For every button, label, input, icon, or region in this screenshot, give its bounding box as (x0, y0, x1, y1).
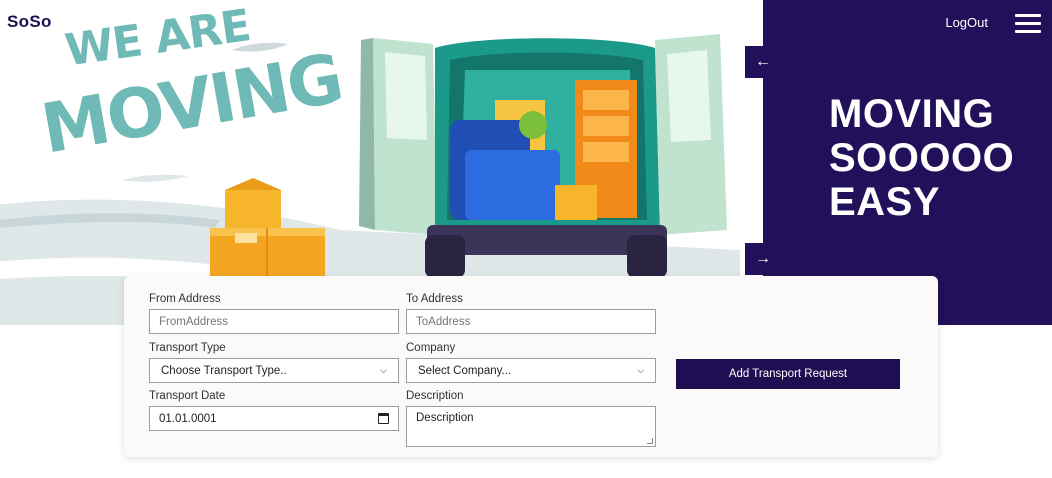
headline-line-3: EASY (829, 180, 940, 224)
company-label: Company (406, 342, 456, 354)
resize-handle-icon[interactable] (647, 438, 653, 444)
transport-type-selected: Choose Transport Type.. (161, 364, 287, 377)
chevron-down-icon: ⌵ (637, 365, 644, 375)
carousel-prev-button[interactable]: ← (745, 46, 781, 78)
carousel-next-button[interactable]: → (745, 243, 781, 275)
from-address-input[interactable] (149, 309, 399, 334)
transport-date-label: Transport Date (149, 390, 226, 402)
headline-line-2: SOOOOO (829, 136, 1015, 180)
headline-line-1: MOVING (829, 92, 995, 136)
hamburger-menu-icon[interactable] (1015, 14, 1041, 34)
description-textarea[interactable]: Description (406, 406, 656, 447)
to-address-input[interactable] (406, 309, 656, 334)
from-address-label: From Address (149, 293, 221, 305)
transport-type-label: Transport Type (149, 342, 226, 354)
transport-request-form: From Address To Address Transport Type C… (124, 276, 938, 457)
calendar-icon[interactable] (378, 413, 389, 424)
wind-streak (122, 174, 188, 182)
brand-logo[interactable]: SoSo (7, 12, 52, 32)
transport-date-value: 01.01.0001 (159, 412, 217, 425)
add-transport-request-button[interactable]: Add Transport Request (676, 359, 900, 389)
transport-date-input[interactable]: 01.01.0001 (149, 406, 399, 431)
arrow-left-icon: ← (755, 53, 771, 70)
van-illustration (359, 34, 727, 278)
logout-link[interactable]: LogOut (945, 15, 988, 30)
hero-headline: MOVING SOOOOO EASY (829, 92, 1044, 224)
company-selected: Select Company... (418, 364, 512, 377)
to-address-label: To Address (406, 293, 463, 305)
description-label: Description (406, 390, 464, 402)
boxes-illustration (210, 178, 325, 278)
description-placeholder: Description (416, 412, 474, 424)
company-select[interactable]: Select Company... ⌵ (406, 358, 656, 383)
arrow-right-icon: → (755, 250, 771, 267)
chevron-down-icon: ⌵ (380, 365, 387, 375)
transport-type-select[interactable]: Choose Transport Type.. ⌵ (149, 358, 399, 383)
